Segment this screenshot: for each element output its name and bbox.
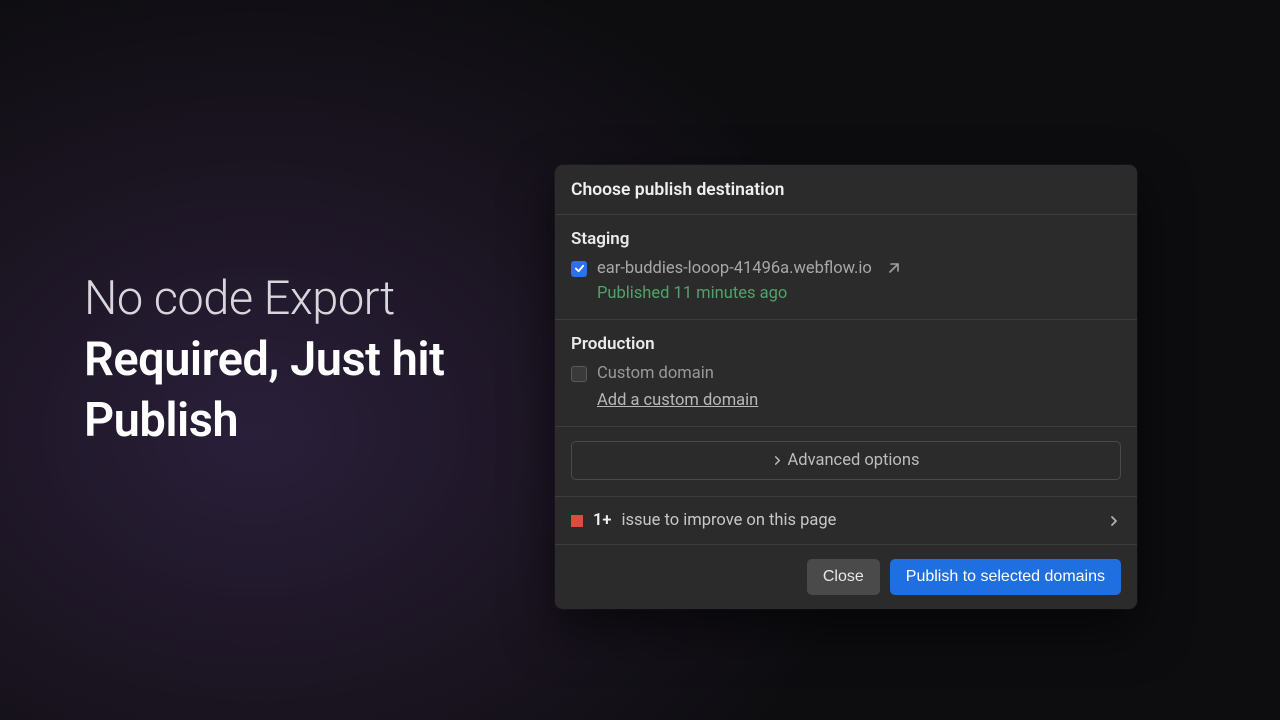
publish-panel: Choose publish destination Staging ear-b… xyxy=(555,165,1137,609)
production-domain-row[interactable]: Custom domain xyxy=(571,364,1121,383)
production-section: Production Custom domain Add a custom do… xyxy=(555,320,1137,427)
production-label: Production xyxy=(571,334,1121,354)
issue-count: 1+ xyxy=(593,511,612,530)
staging-checkbox[interactable] xyxy=(571,261,587,277)
issue-indicator-icon xyxy=(571,515,583,527)
panel-footer: Close Publish to selected domains xyxy=(555,545,1137,609)
production-checkbox[interactable] xyxy=(571,366,587,382)
hero-line-1: No code Export xyxy=(84,270,484,329)
advanced-section: Advanced options xyxy=(555,427,1137,497)
panel-header: Choose publish destination xyxy=(555,165,1137,215)
advanced-options-label: Advanced options xyxy=(788,451,920,470)
external-link-icon[interactable] xyxy=(886,262,900,276)
staging-status: Published 11 minutes ago xyxy=(597,284,1121,303)
staging-domain-row[interactable]: ear-buddies-looop-41496a.webflow.io xyxy=(571,259,1121,278)
check-icon xyxy=(574,263,585,274)
advanced-options-button[interactable]: Advanced options xyxy=(571,441,1121,480)
issue-text: issue to improve on this page xyxy=(622,511,1100,530)
panel-title: Choose publish destination xyxy=(571,180,1121,200)
hero-text: No code Export Required, Just hit Publis… xyxy=(84,270,484,451)
staging-label: Staging xyxy=(571,229,1121,249)
publish-button[interactable]: Publish to selected domains xyxy=(890,559,1121,595)
chevron-right-icon xyxy=(773,456,782,465)
chevron-right-icon xyxy=(1109,516,1119,526)
issue-row[interactable]: 1+ issue to improve on this page xyxy=(555,497,1137,545)
add-custom-domain-link[interactable]: Add a custom domain xyxy=(597,391,758,410)
staging-domain: ear-buddies-looop-41496a.webflow.io xyxy=(597,259,872,278)
staging-section: Staging ear-buddies-looop-41496a.webflow… xyxy=(555,215,1137,320)
hero-line-2: Required, Just hit Publish xyxy=(84,329,484,451)
close-button[interactable]: Close xyxy=(807,559,880,595)
custom-domain-label: Custom domain xyxy=(597,364,714,383)
